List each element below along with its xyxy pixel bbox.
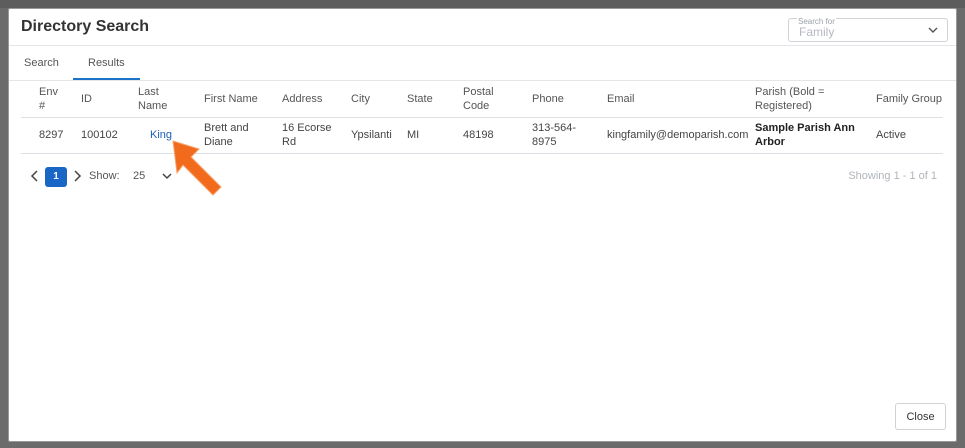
page-size-select[interactable]: 25 bbox=[133, 170, 145, 182]
chevron-right-icon[interactable] bbox=[71, 169, 83, 183]
dialog-title: Directory Search bbox=[21, 18, 150, 35]
column-header-family-group[interactable]: Family Group bbox=[858, 81, 943, 118]
results-table-container: Env # ID Last Name First Name Address Ci… bbox=[21, 81, 943, 154]
table-header-row: Env # ID Last Name First Name Address Ci… bbox=[21, 81, 943, 118]
cell-state: MI bbox=[389, 117, 445, 154]
title-divider bbox=[9, 45, 956, 46]
cell-family-group: Active bbox=[858, 117, 943, 154]
column-header-first-name[interactable]: First Name bbox=[186, 81, 264, 118]
cell-id: 100102 bbox=[63, 117, 120, 154]
showing-count: Showing 1 - 1 of 1 bbox=[848, 170, 937, 182]
column-header-city[interactable]: City bbox=[333, 81, 389, 118]
directory-search-dialog: Directory Search Search for Family Searc… bbox=[8, 8, 957, 442]
tab-results[interactable]: Results bbox=[88, 57, 125, 69]
column-header-state[interactable]: State bbox=[389, 81, 445, 118]
column-header-phone[interactable]: Phone bbox=[514, 81, 589, 118]
modal-backdrop bbox=[0, 0, 965, 8]
page-button-current[interactable]: 1 bbox=[45, 167, 67, 187]
column-header-id[interactable]: ID bbox=[63, 81, 120, 118]
column-header-last-name[interactable]: Last Name bbox=[120, 81, 186, 118]
tab-search[interactable]: Search bbox=[24, 57, 59, 69]
table-row[interactable]: 8297 100102 King Brett and Diane 16 Ecor… bbox=[21, 117, 943, 154]
close-button[interactable]: Close bbox=[895, 403, 946, 430]
pointer-arrow-icon bbox=[172, 140, 222, 196]
search-for-value: Family bbox=[799, 25, 835, 39]
cell-email: kingfamily@demoparish.com bbox=[589, 117, 748, 154]
cell-postal-code: 48198 bbox=[445, 117, 514, 154]
cell-parish: Sample Parish Ann Arbor bbox=[737, 117, 858, 154]
cell-city: Ypsilanti bbox=[333, 117, 392, 154]
search-for-select[interactable]: Search for Family bbox=[788, 17, 948, 42]
cell-phone: 313-564-8975 bbox=[514, 117, 589, 154]
column-header-address[interactable]: Address bbox=[264, 81, 333, 118]
column-header-env[interactable]: Env # bbox=[21, 81, 63, 118]
column-header-parish[interactable]: Parish (Bold = Registered) bbox=[737, 81, 858, 118]
pagination-bar: 1 Show: 25 Showing 1 - 1 of 1 bbox=[29, 167, 949, 187]
show-label: Show: bbox=[89, 170, 120, 182]
chevron-down-icon bbox=[928, 27, 938, 33]
column-header-email[interactable]: Email bbox=[589, 81, 737, 118]
cell-env: 8297 bbox=[21, 117, 63, 154]
chevron-left-icon[interactable] bbox=[29, 169, 41, 183]
column-header-postal-code[interactable]: Postal Code bbox=[445, 81, 514, 118]
results-table: Env # ID Last Name First Name Address Ci… bbox=[21, 81, 943, 154]
cell-address: 16 Ecorse Rd bbox=[264, 117, 333, 154]
